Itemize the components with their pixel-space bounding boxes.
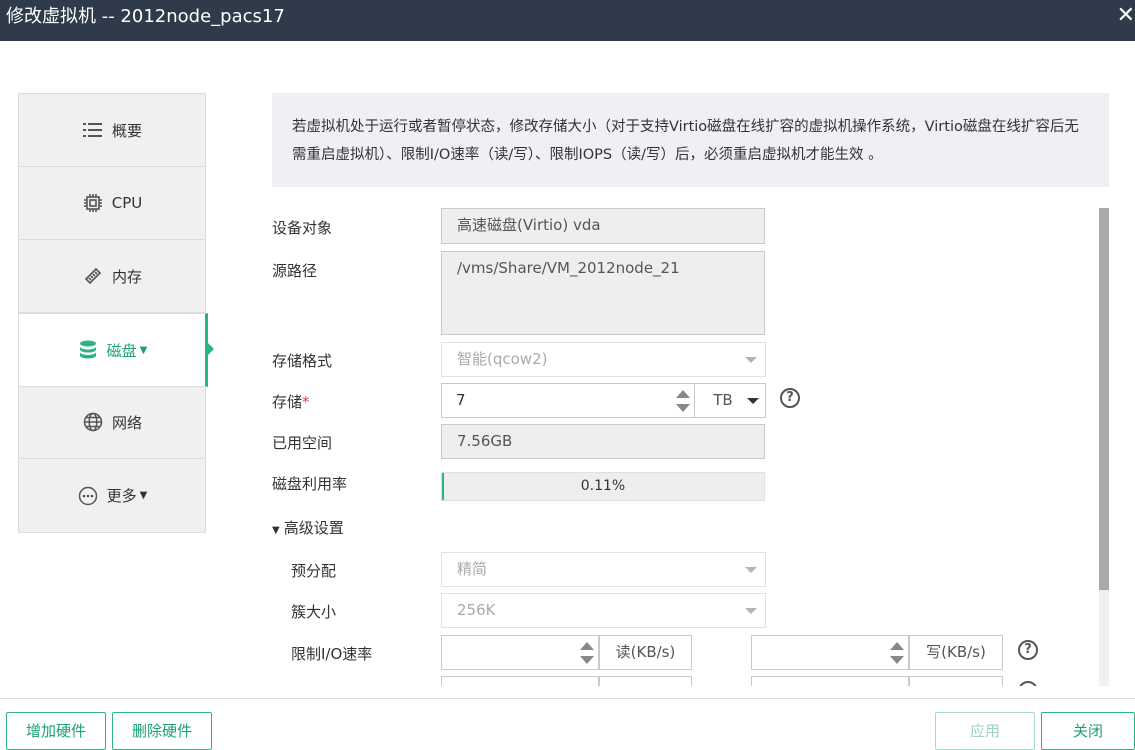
remove-hardware-button[interactable]: 删除硬件 (112, 712, 212, 750)
spin-down-icon[interactable] (676, 404, 690, 412)
iops-read-input[interactable] (441, 676, 599, 686)
sidebar-item-label: 网络 (111, 413, 142, 432)
spin-up-icon[interactable] (890, 642, 904, 650)
storage-unit-value: TB (713, 391, 733, 409)
window-title: 修改虚拟机 -- 2012node_pacs17 (6, 6, 285, 27)
disk-usage-bar: 0.11% (441, 472, 765, 501)
iops-read-unit (599, 676, 692, 686)
prealloc-label: 预分配 (291, 562, 337, 580)
form-scrollbar[interactable] (1099, 208, 1109, 686)
used-space-label: 已用空间 (272, 434, 333, 452)
add-hardware-button[interactable]: 增加硬件 (6, 712, 106, 750)
close-button[interactable]: 关闭 (1041, 712, 1135, 750)
dropdown-arrow-icon (747, 398, 759, 404)
io-limit-label: 限制I/O速率 (291, 645, 373, 663)
sidebar-item-more[interactable]: 更多 ▼ (19, 459, 205, 532)
restart-notice: 若虚拟机处于运行或者暂停状态，修改存储大小（对于支持Virtio磁盘在线扩容的虚… (272, 93, 1109, 187)
apply-button[interactable]: 应用 (935, 712, 1035, 750)
dropdown-arrow-icon (745, 357, 757, 363)
device-field: 高速磁盘(Virtio) vda (441, 208, 765, 244)
footer-divider (0, 698, 1135, 699)
sidebar-item-label: 概要 (111, 121, 142, 140)
database-icon (77, 339, 99, 361)
cluster-size-label: 簇大小 (291, 603, 337, 621)
sidebar-item-network[interactable]: 网络 (19, 386, 205, 459)
io-read-input[interactable] (441, 635, 599, 670)
advanced-settings-toggle[interactable]: ▼ 高级设置 (272, 517, 344, 538)
storage-unit-select[interactable]: TB (695, 383, 766, 418)
spin-down-icon[interactable] (890, 656, 904, 664)
scrollbar-thumb[interactable] (1099, 208, 1109, 590)
cpu-chip-icon (82, 192, 104, 214)
prealloc-value: 精简 (457, 560, 488, 578)
storage-size-input[interactable]: 7 (441, 383, 695, 418)
number-spinner[interactable] (890, 640, 904, 666)
help-icon[interactable]: ? (1018, 640, 1038, 660)
memory-stick-icon (82, 265, 104, 287)
dropdown-arrow-icon (745, 567, 757, 573)
cluster-size-value: 256K (457, 601, 496, 619)
disk-usage-text: 0.11% (580, 478, 626, 494)
sidebar-item-disk[interactable]: 磁盘 ▼ (18, 313, 208, 387)
spin-up-icon[interactable] (580, 642, 594, 650)
sidebar-item-label: 内存 (111, 267, 142, 286)
spin-down-icon[interactable] (580, 656, 594, 664)
sidebar-item-label: 磁盘 (106, 341, 137, 360)
sidebar-item-label: 更多 (106, 487, 137, 505)
number-spinner[interactable] (580, 640, 594, 666)
number-spinner[interactable] (676, 388, 690, 414)
globe-icon (82, 411, 104, 433)
required-marker: * (302, 393, 310, 411)
close-icon[interactable]: ✕ (1117, 4, 1135, 28)
io-read-unit: 读(KB/s) (599, 635, 692, 670)
sidebar-item-label: CPU (111, 194, 143, 212)
storage-format-select: 智能(qcow2) (441, 342, 766, 377)
caret-down-icon: ▼ (139, 344, 148, 356)
caret-down-icon: ▼ (272, 525, 280, 536)
cluster-size-select: 256K (441, 593, 766, 628)
used-space-field: 7.56GB (441, 424, 765, 459)
iops-write-input[interactable] (751, 676, 909, 686)
sidebar-item-cpu[interactable]: CPU (19, 167, 205, 240)
caret-down-icon: ▼ (139, 490, 148, 501)
source-path-field: /vms/Share/VM_2012node_21 (441, 251, 765, 335)
spin-up-icon[interactable] (676, 390, 690, 398)
iops-write-unit (909, 676, 1003, 686)
device-label: 设备对象 (272, 219, 333, 237)
sidebar-item-memory[interactable]: 内存 (19, 240, 205, 313)
title-bar: 修改虚拟机 -- 2012node_pacs17 ✕ (0, 0, 1135, 41)
more-dots-icon (77, 485, 99, 507)
disk-usage-label: 磁盘利用率 (272, 475, 348, 493)
sidebar-item-summary[interactable]: 概要 (19, 94, 205, 167)
sidebar-nav: 概要 CPU 内存 磁盘 ▼ 网络 更多 ▼ (18, 93, 208, 533)
io-write-input[interactable] (751, 635, 909, 670)
help-icon[interactable] (1018, 681, 1038, 686)
disk-form: 设备对象 高速磁盘(Virtio) vda 源路径 /vms/Share/VM_… (272, 208, 1092, 686)
storage-format-value: 智能(qcow2) (457, 350, 548, 368)
prealloc-select: 精简 (441, 552, 766, 587)
io-write-unit: 写(KB/s) (909, 635, 1003, 670)
dropdown-arrow-icon (745, 608, 757, 614)
storage-format-label: 存储格式 (272, 352, 333, 370)
active-indicator-arrow (207, 342, 214, 356)
storage-size-value: 7 (456, 391, 466, 409)
storage-size-label: 存储* (272, 393, 310, 411)
help-icon[interactable]: ? (780, 388, 800, 408)
list-icon (82, 119, 104, 141)
source-path-label: 源路径 (272, 262, 318, 280)
